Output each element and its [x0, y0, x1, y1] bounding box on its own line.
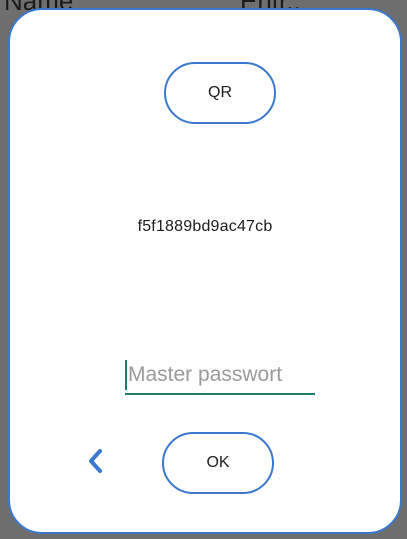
- master-password-input[interactable]: [125, 356, 315, 394]
- hash-value: f5f1889bd9ac47cb: [137, 218, 273, 235]
- ok-button[interactable]: OK: [162, 432, 274, 494]
- chevron-left-icon: [89, 449, 102, 473]
- qr-button-label: QR: [208, 84, 232, 101]
- ok-button-label: OK: [206, 454, 230, 471]
- back-button[interactable]: [80, 446, 110, 476]
- input-underline: [125, 393, 315, 395]
- password-dialog: QR f5f1889bd9ac47cb OK: [8, 8, 402, 534]
- master-password-field[interactable]: [125, 356, 315, 396]
- qr-button[interactable]: QR: [164, 62, 276, 124]
- text-cursor: [125, 360, 127, 390]
